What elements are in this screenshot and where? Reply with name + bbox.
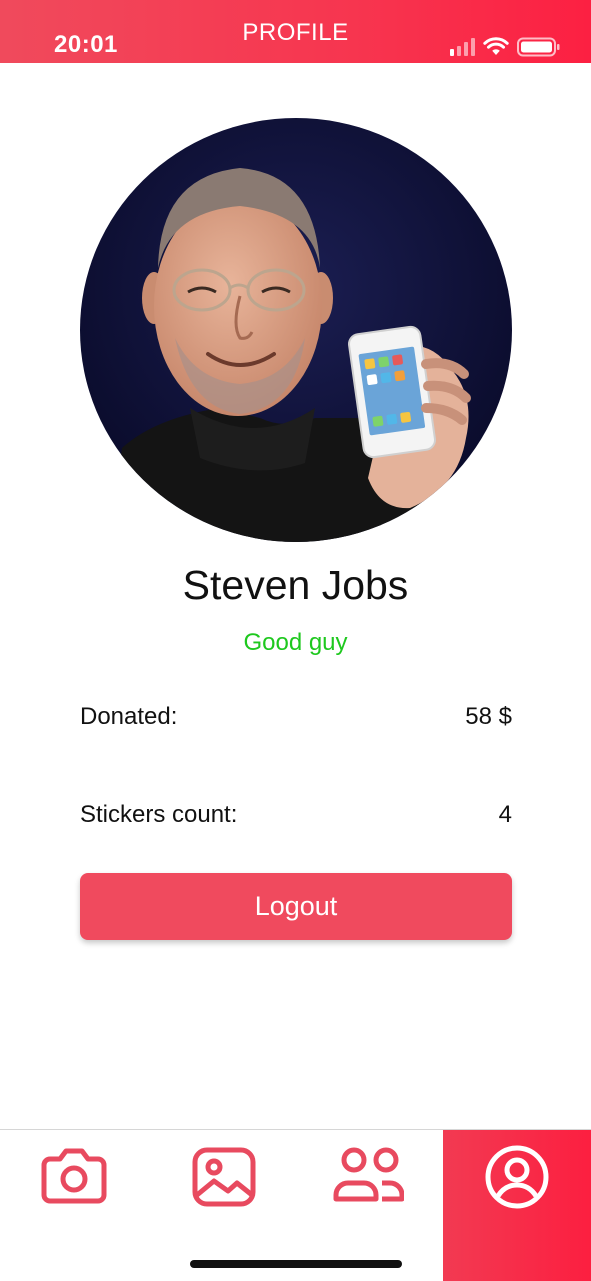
nav-item-profile[interactable] xyxy=(443,1130,591,1281)
camera-icon xyxy=(41,1148,107,1204)
battery-icon xyxy=(517,37,560,57)
cellular-signal-icon xyxy=(450,38,475,56)
stat-value: 4 xyxy=(498,801,512,828)
wifi-icon xyxy=(483,37,509,55)
bottom-nav xyxy=(0,1129,591,1281)
stat-value: 58 $ xyxy=(465,703,512,730)
avatar xyxy=(80,118,512,542)
stat-label: Donated: xyxy=(80,703,178,730)
stat-row-stickers: Stickers count: 4 xyxy=(80,801,512,829)
profile-subtitle: Good guy xyxy=(243,629,348,656)
nav-item-gallery[interactable] xyxy=(148,1130,296,1281)
users-icon xyxy=(333,1147,404,1202)
profile-photo xyxy=(80,118,512,542)
top-bar: 20:01 PROFILE xyxy=(0,0,591,63)
stat-row-donated: Donated: 58 $ xyxy=(80,703,512,731)
image-icon xyxy=(192,1147,256,1207)
logout-button[interactable]: Logout xyxy=(80,873,512,940)
home-indicator xyxy=(190,1260,402,1268)
profile-icon xyxy=(485,1145,549,1209)
profile-name: Steven Jobs xyxy=(182,562,409,608)
nav-item-friends[interactable] xyxy=(296,1130,444,1281)
nav-item-camera[interactable] xyxy=(0,1130,148,1281)
stat-label: Stickers count: xyxy=(80,801,238,828)
status-icons xyxy=(450,36,561,58)
